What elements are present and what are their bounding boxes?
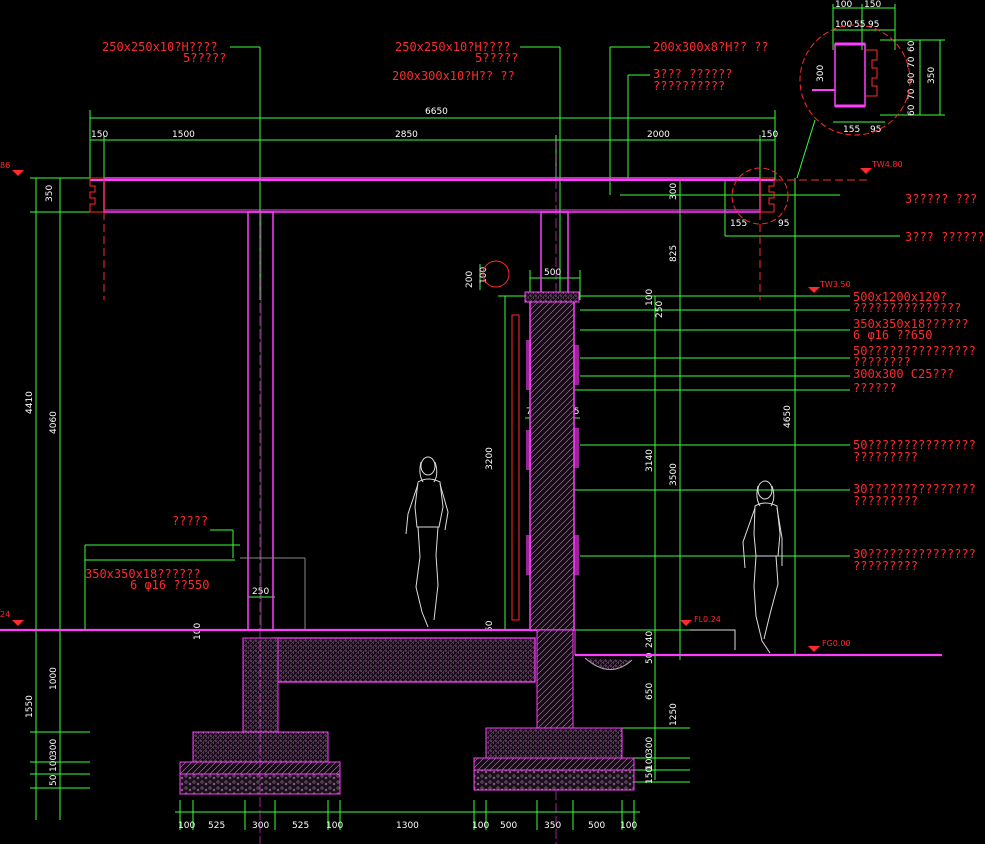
dim-label: 95 — [778, 219, 789, 229]
note-text: 300x300 C25??? — [853, 367, 954, 381]
dim-label: 100 — [835, 0, 852, 10]
dim-label: 1500 — [172, 130, 195, 140]
dim-label: 100 — [178, 821, 195, 831]
dim-label: 300 — [816, 65, 826, 82]
dim-label: 100 — [49, 755, 59, 772]
dim-label: 100 — [620, 821, 637, 831]
dim-label: 4060 — [49, 411, 59, 434]
note-text: ????????? — [853, 494, 918, 508]
dim-label: 100 — [193, 623, 203, 640]
dim-label: 100 — [326, 821, 343, 831]
dim-label: 150 — [761, 130, 778, 140]
dim-label: 2000 — [647, 130, 670, 140]
note-text: ?????????? — [653, 79, 725, 93]
dim-label: 300 — [645, 737, 655, 754]
dim-label: 350 — [45, 185, 55, 202]
dim-label: 2850 — [395, 130, 418, 140]
dim-label: 250 — [655, 301, 665, 318]
person-figure — [742, 480, 783, 654]
dim-label: 300 — [252, 821, 269, 831]
dim-label: 90 — [907, 72, 917, 84]
dim-label: 525 — [292, 821, 309, 831]
note-text: 6 φ16 ??550 — [130, 578, 209, 592]
dim-label: 525 — [208, 821, 225, 831]
middle-footing-stem — [536, 629, 574, 729]
dim-label: 60 — [907, 40, 917, 52]
elevation-label: TW3.50 — [819, 280, 851, 289]
dim-label: 155 — [843, 125, 860, 135]
dim-label: 95 — [870, 125, 881, 135]
dim-label: 1250 — [669, 703, 679, 726]
dim-label: 95 — [868, 20, 879, 30]
dim-label: 350 — [544, 821, 561, 831]
note-text: 6 φ16 ??650 — [853, 328, 932, 342]
note-text: 5????? — [475, 51, 518, 65]
dim-label: 70 — [907, 56, 917, 68]
cad-drawing: 6650 150 1500 2850 2000 150 300 100 150 … — [0, 0, 984, 844]
dim-label: 4650 — [783, 405, 793, 428]
dim-label: 4410 — [25, 391, 35, 414]
left-footing-stem — [242, 637, 279, 733]
note-text: 200x300x8?H?? ?? — [653, 40, 769, 54]
pergola-structure — [0, 140, 942, 844]
ground-slab — [272, 637, 536, 683]
dim-label: 100 — [472, 821, 489, 831]
dim-label: 150 — [864, 0, 881, 10]
note-text: 200x300x10?H?? ?? — [392, 69, 515, 83]
dim-label: 825 — [669, 245, 679, 262]
dim-label: 6650 — [425, 107, 448, 117]
dim-label: 200 — [465, 271, 475, 288]
dimension-labels: 6650 150 1500 2850 2000 150 300 100 150 … — [25, 0, 937, 831]
dim-label: 3200 — [485, 447, 495, 470]
dim-label: 1000 — [49, 667, 59, 690]
elevation-label: FL0.24 — [694, 615, 721, 624]
elevation-label: 86 — [0, 161, 10, 170]
elevation-label: TW4.80 — [871, 160, 903, 169]
dim-label: 3140 — [645, 449, 655, 472]
dim-label: 50 — [49, 774, 59, 786]
dim-label: 500 — [500, 821, 517, 831]
dim-label: 500 — [544, 268, 561, 278]
dim-label: 500 — [588, 821, 605, 831]
elevation-label: FG0.00 — [822, 639, 851, 648]
dim-label: 3500 — [669, 463, 679, 486]
note-text: ????? — [172, 514, 208, 528]
note-text: ????????? — [853, 450, 918, 464]
dimension-lines — [30, 4, 945, 830]
note-text: ?????? — [853, 381, 896, 395]
elevation-label: 24 — [0, 610, 10, 619]
note-text: 5????? — [183, 51, 226, 65]
dim-label: 100 — [645, 289, 655, 306]
dim-label: 650 — [645, 683, 655, 700]
note-text: 3????? ??? — [905, 192, 977, 206]
dim-label: 150 — [91, 130, 108, 140]
dim-label: 300 — [669, 183, 679, 200]
dim-label: 155 — [730, 219, 747, 229]
note-text: ????????? — [853, 559, 918, 573]
dim-label: 350 — [927, 67, 937, 84]
middle-steel-column — [540, 211, 569, 297]
concrete-wall — [529, 295, 575, 631]
dim-label: 150 — [645, 767, 655, 784]
dim-label: 240 — [645, 631, 655, 648]
dim-label: 60 — [907, 104, 917, 116]
person-figure — [405, 456, 449, 628]
dim-label: 300 — [49, 739, 59, 756]
dim-label: 1550 — [25, 695, 35, 718]
note-text: ??????????????? — [853, 301, 961, 315]
note-text: 3??? ?????? — [905, 230, 984, 244]
dim-label: 1300 — [396, 821, 419, 831]
